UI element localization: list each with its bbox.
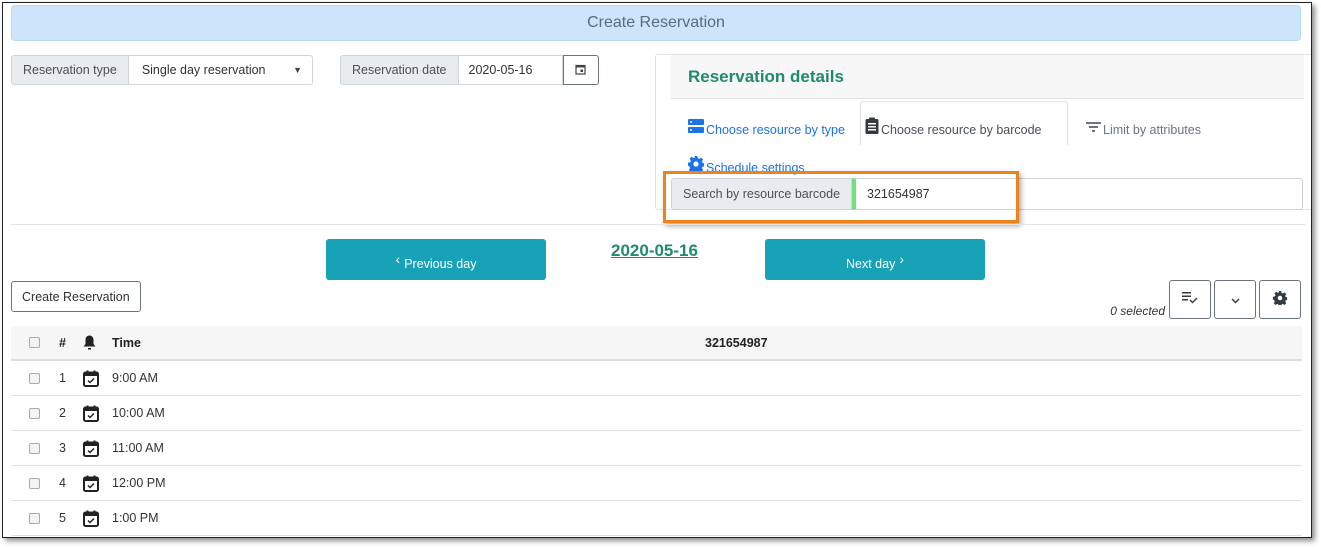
tab-label: Limit by attributes — [1103, 123, 1201, 137]
tab-label: Schedule settings — [706, 161, 805, 175]
tab-label: Choose resource by barcode — [881, 123, 1042, 137]
reservation-type-select[interactable]: Single day reservation ▼ — [128, 55, 313, 85]
reservation-details-title: Reservation details — [671, 55, 1304, 99]
table-row[interactable]: 4 12:00 PM — [11, 466, 1302, 501]
row-checkbox[interactable] — [29, 477, 40, 489]
row-checkbox[interactable] — [29, 512, 40, 524]
row-time: 11:00 AM — [112, 441, 164, 455]
reservation-type-group: Reservation type Single day reservation … — [11, 55, 313, 85]
column-header-resource: 321654987 — [705, 335, 768, 350]
reservation-type-value: Single day reservation — [141, 63, 266, 77]
page-title: Create Reservation — [587, 14, 725, 31]
chevron-right-icon: › — [899, 250, 904, 267]
clipboard-icon — [865, 117, 879, 137]
current-date-link[interactable]: 2020-05-16 — [611, 241, 698, 261]
calendar-check-icon — [83, 405, 99, 422]
grid-header-row: # Time 321654987 — [11, 326, 1302, 361]
tab-limit-by-attributes[interactable]: Limit by attributes — [1082, 107, 1207, 145]
row-number: 2 — [59, 406, 66, 420]
app-window: Create Reservation Reservation type Sing… — [2, 2, 1312, 538]
row-time: 10:00 AM — [112, 406, 165, 420]
calendar-check-icon — [83, 440, 99, 457]
grid-settings-button[interactable] — [1259, 280, 1301, 319]
chevron-down-icon — [1231, 292, 1240, 307]
row-checkbox[interactable] — [29, 407, 40, 419]
reservation-date-group: Reservation date 2020-05-16 — [340, 55, 599, 85]
create-reservation-button[interactable]: Create Reservation — [11, 281, 141, 312]
calendar-icon — [575, 63, 586, 78]
select-all-button[interactable] — [1169, 280, 1211, 319]
actions-dropdown-button[interactable] — [1214, 280, 1256, 319]
reservation-grid: # Time 321654987 1 9:00 AM 2 10:00 AM 3 11:00… — [11, 326, 1302, 536]
row-time: 12:00 PM — [112, 476, 166, 490]
previous-day-label: Previous day — [404, 256, 477, 271]
page-title-bar: Create Reservation — [11, 5, 1301, 41]
tab-choose-resource-by-barcode[interactable]: Choose resource by barcode — [860, 101, 1068, 145]
gear-icon — [688, 156, 705, 175]
column-header-number: # — [59, 335, 66, 350]
row-number: 5 — [59, 511, 66, 525]
reservation-type-label: Reservation type — [11, 55, 129, 85]
date-picker-button[interactable] — [562, 55, 599, 85]
dropdown-arrow-icon: ▼ — [293, 65, 302, 75]
row-number: 3 — [59, 441, 66, 455]
column-header-time: Time — [112, 335, 141, 350]
divider — [11, 224, 1305, 225]
row-time: 1:00 PM — [112, 511, 159, 525]
row-checkbox[interactable] — [29, 372, 40, 384]
barcode-search-label: Search by resource barcode — [671, 178, 853, 210]
calendar-check-icon — [83, 475, 99, 492]
tab-choose-resource-by-type[interactable]: Choose resource by type — [684, 107, 851, 145]
bell-icon — [83, 335, 96, 350]
selected-count: 0 selected — [1110, 304, 1165, 318]
filter-icon — [1086, 122, 1101, 137]
list-check-icon — [1182, 292, 1198, 307]
row-time: 9:00 AM — [112, 371, 158, 385]
calendar-check-icon — [83, 370, 99, 387]
row-number: 1 — [59, 371, 66, 385]
select-all-checkbox[interactable] — [29, 337, 40, 348]
table-row[interactable]: 3 11:00 AM — [11, 431, 1302, 466]
table-row[interactable]: 2 10:00 AM — [11, 396, 1302, 431]
storage-icon — [688, 118, 704, 137]
table-row[interactable]: 5 1:00 PM — [11, 501, 1302, 536]
row-checkbox[interactable] — [29, 442, 40, 454]
barcode-search-group: Search by resource barcode 321654987 — [671, 178, 1303, 210]
previous-day-button[interactable]: ‹ Previous day — [326, 239, 546, 280]
gear-icon — [1273, 291, 1288, 308]
tab-label: Choose resource by type — [706, 123, 845, 137]
chevron-left-icon: ‹ — [395, 250, 401, 267]
grid-body: 1 9:00 AM 2 10:00 AM 3 11:00 AM 4 12:00 PM 5 1:00… — [11, 361, 1302, 536]
reservation-date-input[interactable]: 2020-05-16 — [458, 55, 563, 85]
barcode-search-input[interactable]: 321654987 — [852, 178, 1303, 210]
calendar-check-icon — [83, 510, 99, 527]
next-day-label: Next day — [845, 256, 896, 271]
row-number: 4 — [59, 476, 66, 490]
next-day-button[interactable]: Next day › — [765, 239, 985, 280]
reservation-date-label: Reservation date — [340, 55, 459, 85]
table-row[interactable]: 1 9:00 AM — [11, 361, 1302, 396]
